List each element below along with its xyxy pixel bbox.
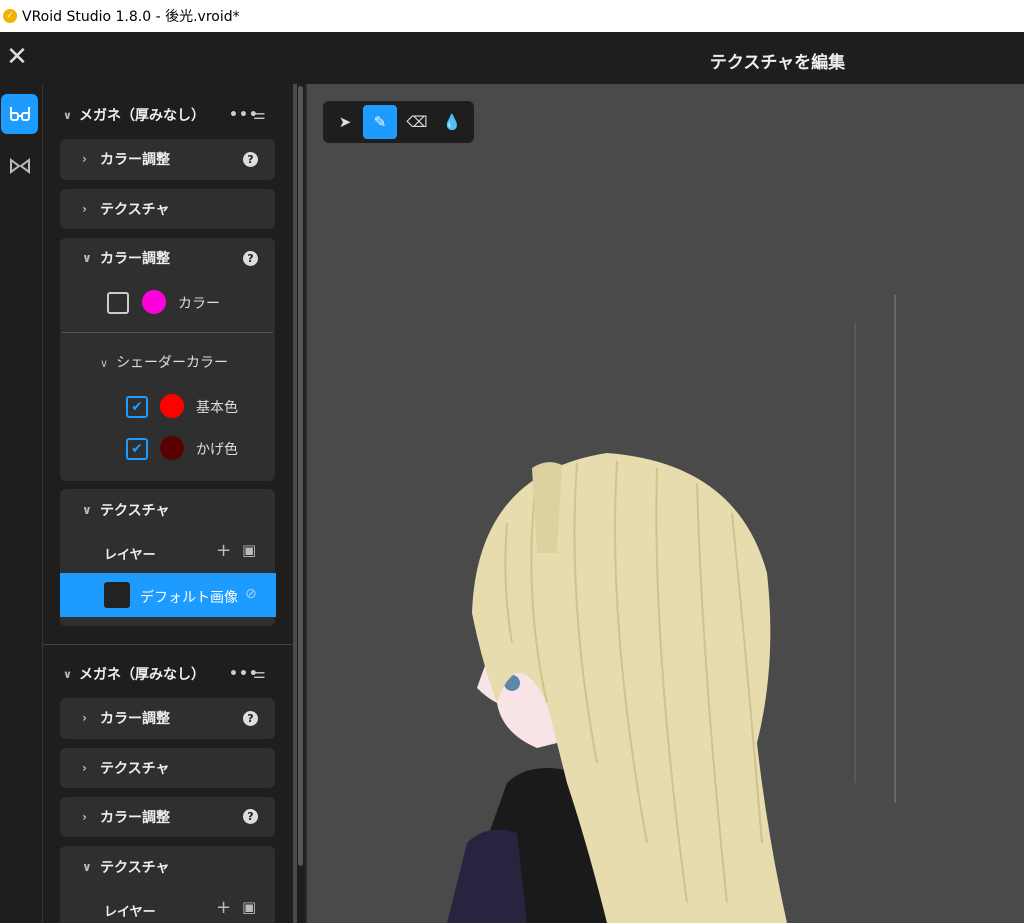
- card-header: › カラー調整: [82, 805, 170, 829]
- eraser-tool-button[interactable]: ⌫: [400, 105, 434, 139]
- help-icon[interactable]: ?: [243, 152, 258, 167]
- card-texture[interactable]: › テクスチャ: [60, 748, 275, 788]
- pen-icon: ✎: [373, 113, 387, 131]
- chevron-down-icon: ∨: [63, 108, 72, 122]
- card-label: カラー調整: [100, 810, 170, 826]
- group-header[interactable]: ∨ メガネ（厚みなし） ••• ⚌: [63, 662, 266, 686]
- chevron-right-icon: ›: [82, 202, 87, 216]
- page-title: テクスチャを編集: [709, 53, 846, 73]
- help-icon[interactable]: ?: [243, 809, 258, 824]
- color-swatch[interactable]: [142, 290, 166, 314]
- base-color-swatch[interactable]: [160, 394, 184, 418]
- card-label: テクスチャ: [100, 503, 170, 519]
- group-title: メガネ（厚みなし）: [79, 667, 205, 683]
- card-header: › テクスチャ: [82, 756, 169, 780]
- drop-icon: 💧: [442, 113, 462, 131]
- card-color-adjust-expanded: ∨ カラー調整 ? カラー ∨ シェーダーカラー ✔ 基本色 ✔ かげ色: [60, 238, 275, 481]
- card-header[interactable]: ∨ カラー調整: [82, 246, 170, 270]
- close-icon[interactable]: ✕: [6, 44, 28, 70]
- window-title: VRoid Studio 1.8.0 - 後光.vroid*: [22, 9, 240, 25]
- card-color-adjust[interactable]: › カラー調整 ?: [60, 797, 275, 837]
- color-label: カラー: [178, 296, 220, 312]
- add-image-icon[interactable]: ▣: [242, 898, 256, 916]
- add-layer-icon[interactable]: +: [216, 540, 231, 561]
- chevron-down-icon: ∨: [82, 860, 92, 874]
- card-label: テクスチャ: [100, 860, 170, 876]
- help-icon[interactable]: ?: [243, 711, 258, 726]
- bowtie-icon: [9, 158, 30, 174]
- shade-color-swatch[interactable]: [160, 436, 184, 460]
- property-panel: ∨ メガネ（厚みなし） ••• ⚌ › カラー調整 ? › テクスチャ ∨ カラ…: [43, 84, 293, 923]
- chevron-down-icon: ∨: [100, 357, 109, 370]
- card-header: › テクスチャ: [82, 197, 169, 221]
- app-header: ✕ テクスチャを編集: [0, 32, 1024, 84]
- card-header[interactable]: ∨ テクスチャ: [82, 855, 169, 879]
- group-header[interactable]: ∨ メガネ（厚みなし） ••• ⚌: [63, 103, 266, 127]
- tool-palette: ➤ ✎ ⌫ 💧: [323, 101, 474, 143]
- card-texture[interactable]: › テクスチャ: [60, 189, 275, 229]
- cursor-icon: ➤: [338, 113, 352, 131]
- layers-label: レイヤー: [104, 905, 156, 920]
- left-rail: [0, 84, 43, 923]
- select-tool-button[interactable]: ➤: [328, 105, 362, 139]
- base-color-checkbox[interactable]: ✔: [126, 396, 148, 418]
- card-label: カラー調整: [100, 152, 170, 168]
- base-color-label: 基本色: [196, 400, 238, 416]
- add-image-icon[interactable]: ▣: [242, 541, 256, 559]
- shade-color-label: かげ色: [196, 442, 238, 458]
- pen-tool-button[interactable]: ✎: [363, 105, 397, 139]
- rail-item-glasses[interactable]: [1, 94, 38, 134]
- rail-item-bowtie[interactable]: [1, 146, 38, 186]
- card-header: › カラー調整: [82, 706, 170, 730]
- layers-label: レイヤー: [104, 548, 156, 563]
- shade-color-checkbox[interactable]: ✔: [126, 438, 148, 460]
- card-color-adjust[interactable]: › カラー調整 ?: [60, 139, 275, 180]
- character-model: [447, 295, 896, 923]
- divider: [62, 332, 273, 333]
- scrollbar-thumb[interactable]: [298, 86, 303, 866]
- group-divider: [43, 644, 293, 645]
- card-label: テクスチャ: [100, 761, 170, 777]
- group-title: メガネ（厚みなし）: [79, 108, 205, 124]
- color-checkbox[interactable]: [107, 292, 129, 314]
- check-icon: ✔: [131, 441, 143, 457]
- glasses-icon: [9, 107, 30, 121]
- card-color-adjust[interactable]: › カラー調整 ?: [60, 698, 275, 739]
- chevron-down-icon: ∨: [82, 503, 92, 517]
- layer-name: デフォルト画像: [140, 590, 238, 606]
- card-texture-expanded: ∨ テクスチャ レイヤー + ▣: [60, 846, 275, 923]
- layer-thumbnail: [104, 582, 130, 608]
- settings-sliders-icon[interactable]: ⚌: [253, 666, 266, 682]
- card-header: › カラー調整: [82, 147, 170, 171]
- card-label: テクスチャ: [100, 202, 170, 218]
- chevron-down-icon: ∨: [82, 251, 92, 265]
- eraser-icon: ⌫: [406, 113, 428, 131]
- card-header[interactable]: ∨ テクスチャ: [82, 498, 169, 522]
- chevron-right-icon: ›: [82, 711, 87, 725]
- fill-tool-button[interactable]: 💧: [435, 105, 469, 139]
- shader-color-header[interactable]: ∨ シェーダーカラー: [100, 352, 228, 372]
- window-titlebar: ✓ VRoid Studio 1.8.0 - 後光.vroid*: [0, 0, 1024, 32]
- chevron-right-icon: ›: [82, 810, 87, 824]
- help-icon[interactable]: ?: [243, 251, 258, 266]
- chevron-down-icon: ∨: [63, 667, 72, 681]
- shader-color-label: シェーダーカラー: [116, 355, 229, 371]
- visibility-off-icon[interactable]: ⊘: [245, 586, 257, 602]
- chevron-right-icon: ›: [82, 761, 87, 775]
- vroid-logo-icon: ✓: [3, 9, 17, 23]
- chevron-right-icon: ›: [82, 152, 87, 166]
- settings-sliders-icon[interactable]: ⚌: [253, 107, 266, 123]
- layer-item[interactable]: デフォルト画像 ⊘: [60, 573, 276, 617]
- panel-scrollbar[interactable]: [297, 84, 305, 923]
- card-label: カラー調整: [100, 711, 170, 727]
- check-icon: ✔: [131, 399, 143, 415]
- 3d-viewport[interactable]: [307, 143, 1024, 923]
- card-label: カラー調整: [100, 251, 170, 267]
- add-layer-icon[interactable]: +: [216, 897, 231, 918]
